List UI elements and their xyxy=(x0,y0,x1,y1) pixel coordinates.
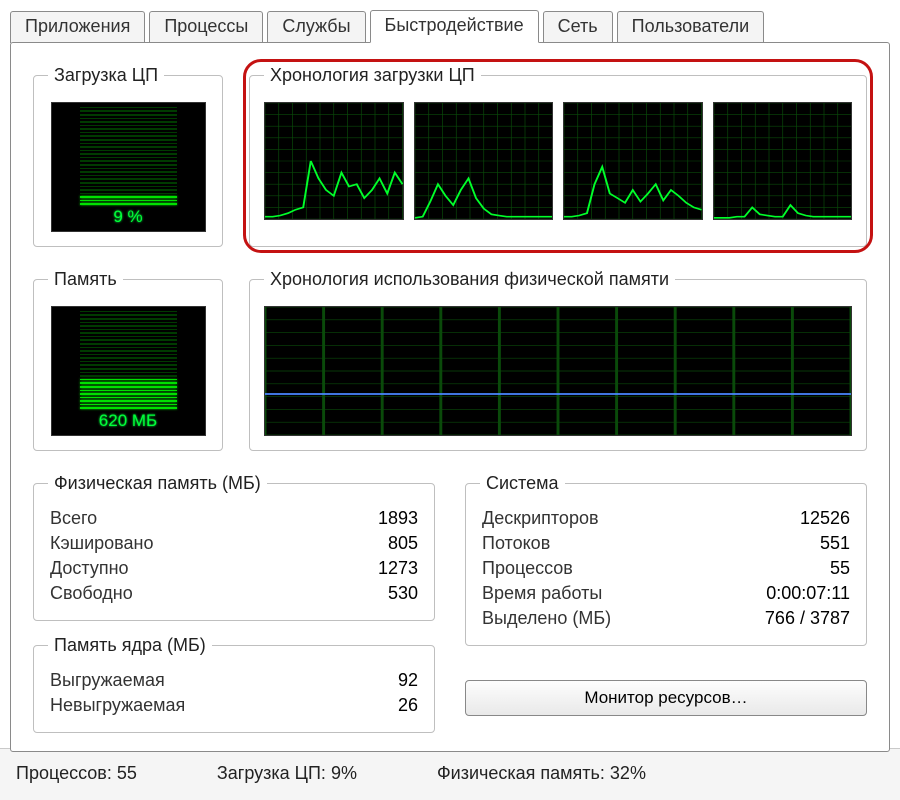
tabs: Приложения Процессы Службы Быстродействи… xyxy=(0,0,900,43)
sys-processes-value: 55 xyxy=(830,558,850,579)
sys-commit-label: Выделено (МБ) xyxy=(482,608,611,629)
memory-history-legend: Хронология использования физической памя… xyxy=(264,269,675,290)
sys-threads-label: Потоков xyxy=(482,533,550,554)
phys-free-value: 530 xyxy=(388,583,418,604)
phys-cached-value: 805 xyxy=(388,533,418,554)
memory-history-graph-wrap xyxy=(264,306,852,436)
tab-performance[interactable]: Быстродействие xyxy=(370,10,539,43)
resource-monitor-button[interactable]: Монитор ресурсов… xyxy=(465,680,867,716)
phys-available-label: Доступно xyxy=(50,558,129,579)
cpu-history-graph-0 xyxy=(264,102,404,220)
performance-panel: Загрузка ЦП 9 % Хронология загрузки ЦП xyxy=(10,42,890,752)
tab-services[interactable]: Службы xyxy=(267,11,365,43)
phys-free-label: Свободно xyxy=(50,583,133,604)
kernel-memory-legend: Память ядра (МБ) xyxy=(48,635,212,656)
kernel-nonpaged-value: 26 xyxy=(398,695,418,716)
sys-handles-label: Дескрипторов xyxy=(482,508,599,529)
status-memory: Физическая память: 32% xyxy=(437,763,646,784)
memory-usage-legend: Память xyxy=(48,269,123,290)
status-processes: Процессов: 55 xyxy=(16,763,137,784)
sys-handles-value: 12526 xyxy=(800,508,850,529)
tab-network[interactable]: Сеть xyxy=(543,11,613,43)
cpu-history-graph-2 xyxy=(563,102,703,220)
physical-memory-group: Физическая память (МБ) Всего 1893 Кэширов… xyxy=(33,473,435,621)
sys-commit-value: 766 / 3787 xyxy=(765,608,850,629)
memory-usage-meter: 620 МБ xyxy=(51,306,206,436)
cpu-history-graph-1 xyxy=(414,102,554,220)
tab-users[interactable]: Пользователи xyxy=(617,11,764,43)
physical-memory-legend: Физическая память (МБ) xyxy=(48,473,267,494)
phys-total-value: 1893 xyxy=(378,508,418,529)
kernel-memory-group: Память ядра (МБ) Выгружаемая 92 Невыгружа… xyxy=(33,635,435,733)
cpu-usage-group: Загрузка ЦП 9 % xyxy=(33,65,223,247)
kernel-paged-label: Выгружаемая xyxy=(50,670,165,691)
sys-uptime-label: Время работы xyxy=(482,583,602,604)
tab-applications[interactable]: Приложения xyxy=(10,11,145,43)
phys-available-value: 1273 xyxy=(378,558,418,579)
cpu-usage-value: 9 % xyxy=(52,207,205,227)
memory-usage-group: Память 620 МБ xyxy=(33,269,223,451)
cpu-history-graph-3 xyxy=(713,102,853,220)
sys-processes-label: Процессов xyxy=(482,558,573,579)
status-bar: Процессов: 55 Загрузка ЦП: 9% Физическая… xyxy=(0,748,900,800)
tab-processes[interactable]: Процессы xyxy=(149,11,263,43)
kernel-nonpaged-label: Невыгружаемая xyxy=(50,695,185,716)
memory-usage-value: 620 МБ xyxy=(52,411,205,431)
cpu-history-group: Хронология загрузки ЦП xyxy=(249,65,867,247)
kernel-paged-value: 92 xyxy=(398,670,418,691)
cpu-history-legend: Хронология загрузки ЦП xyxy=(264,65,481,86)
memory-history-graph xyxy=(264,306,852,436)
cpu-history-graphs xyxy=(264,102,852,220)
system-legend: Система xyxy=(480,473,565,494)
sys-threads-value: 551 xyxy=(820,533,850,554)
system-group: Система Дескрипторов 12526 Потоков 551 Про… xyxy=(465,473,867,646)
cpu-usage-legend: Загрузка ЦП xyxy=(48,65,164,86)
phys-total-label: Всего xyxy=(50,508,97,529)
task-manager-window: Приложения Процессы Службы Быстродействи… xyxy=(0,0,900,800)
status-cpu: Загрузка ЦП: 9% xyxy=(217,763,357,784)
memory-history-group: Хронология использования физической памя… xyxy=(249,269,867,451)
cpu-usage-meter: 9 % xyxy=(51,102,206,232)
sys-uptime-value: 0:00:07:11 xyxy=(766,583,850,604)
phys-cached-label: Кэшировано xyxy=(50,533,154,554)
